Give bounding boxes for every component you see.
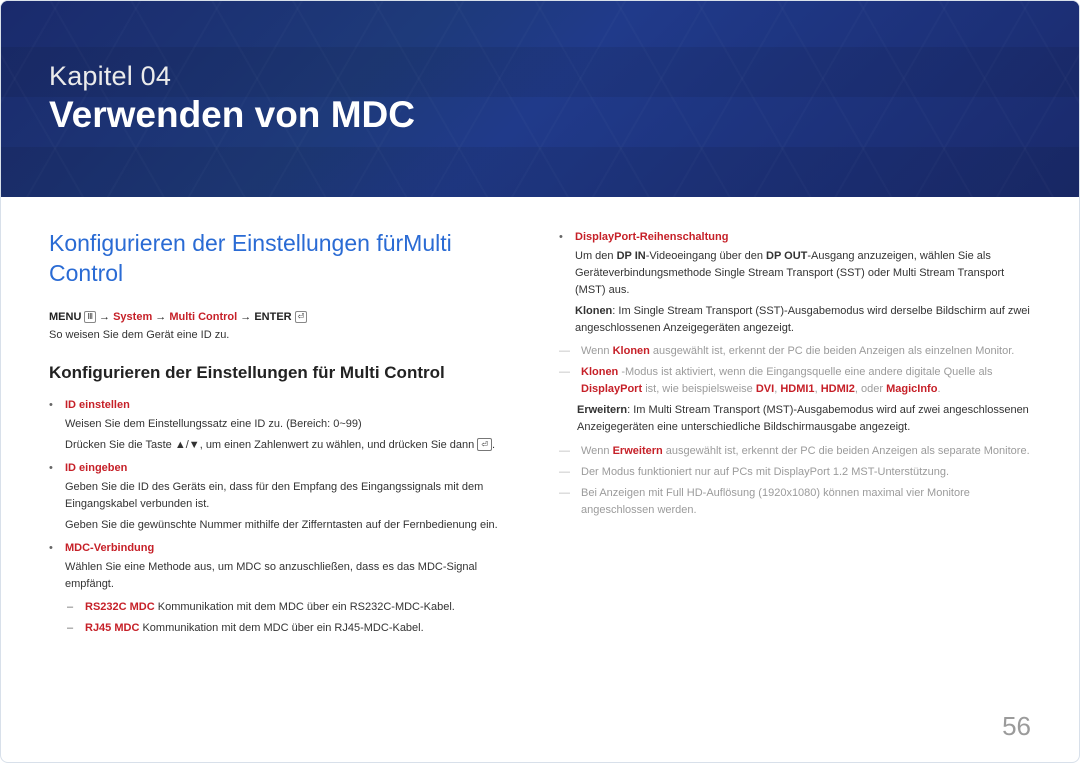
item-title: ID einstellen xyxy=(65,397,521,414)
item-desc: Weisen Sie dem Einstellungssatz eine ID … xyxy=(65,416,521,433)
note-text: Bei Anzeigen mit Full HD-Auflösung (1920… xyxy=(581,485,1031,519)
bullet-icon: • xyxy=(559,229,567,337)
bullet-icon: • xyxy=(49,460,57,534)
intro-text: So weisen Sie dem Gerät eine ID zu. xyxy=(49,329,521,341)
menu-system: System xyxy=(113,311,152,323)
section-heading: Konfigurieren der Einstellungen fürMulti… xyxy=(49,229,521,289)
sub-paragraph: Erweitern: Im Multi Stream Transport (MS… xyxy=(577,402,1031,436)
item-desc: Geben Sie die ID des Geräts ein, dass fü… xyxy=(65,479,521,513)
bullet-icon: • xyxy=(49,397,57,454)
list-item: • DisplayPort-Reihenschaltung Um den DP … xyxy=(559,229,1031,337)
menu-path: MENU Ⅲ → System → Multi Control → ENTER … xyxy=(49,311,521,323)
note-bar-icon: ― xyxy=(559,443,573,460)
note-line: ― Klonen -Modus ist aktiviert, wenn die … xyxy=(559,364,1031,398)
note-line: ― Der Modus funktioniert nur auf PCs mit… xyxy=(559,464,1031,481)
arrow-icon: → xyxy=(155,311,169,323)
enter-icon: ⏎ xyxy=(477,438,492,451)
item-desc: Geben Sie die gewünschte Nummer mithilfe… xyxy=(65,517,521,534)
menu-prefix: MENU xyxy=(49,311,81,323)
document-page: Kapitel 04 Verwenden von MDC Konfigurier… xyxy=(0,0,1080,763)
subitem-desc: Kommunikation mit dem MDC über ein RS232… xyxy=(158,601,455,613)
item-title: MDC-Verbindung xyxy=(65,540,521,557)
item-desc: Drücken Sie die Taste ▲/▼, um einen Zahl… xyxy=(65,437,521,454)
item-desc: Erweitern: Im Multi Stream Transport (MS… xyxy=(577,402,1031,436)
list-item: • ID einstellen Weisen Sie dem Einstellu… xyxy=(49,397,521,454)
sub-heading: Konfigurieren der Einstellungen für Mult… xyxy=(49,363,521,383)
dash-icon: ‒ xyxy=(67,620,77,637)
menu-multi: Multi Control xyxy=(169,311,237,323)
subitem-title: RJ45 MDC xyxy=(85,622,139,634)
menu-enter: ENTER xyxy=(254,311,291,323)
note-text: Der Modus funktioniert nur auf PCs mit D… xyxy=(581,464,949,481)
menu-grid-icon: Ⅲ xyxy=(84,311,96,323)
left-column: Konfigurieren der Einstellungen fürMulti… xyxy=(49,229,521,641)
list-item: • MDC-Verbindung Wählen Sie eine Methode… xyxy=(49,540,521,593)
arrow-icon: → xyxy=(240,311,254,323)
right-column: • DisplayPort-Reihenschaltung Um den DP … xyxy=(559,229,1031,641)
arrow-icon: → xyxy=(99,311,113,323)
note-bar-icon: ― xyxy=(559,485,573,519)
sub-list-item: ‒ RJ45 MDC Kommunikation mit dem MDC übe… xyxy=(67,620,521,637)
note-bar-icon: ― xyxy=(559,464,573,481)
chapter-title: Verwenden von MDC xyxy=(49,94,1031,136)
subitem-title: RS232C MDC xyxy=(85,601,155,613)
enter-icon: ⏎ xyxy=(295,311,308,323)
chapter-banner: Kapitel 04 Verwenden von MDC xyxy=(1,1,1079,197)
body-columns: Konfigurieren der Einstellungen fürMulti… xyxy=(1,197,1079,641)
note-line: ― Wenn Erweitern ausgewählt ist, erkennt… xyxy=(559,443,1031,460)
item-desc: Wählen Sie eine Methode aus, um MDC so a… xyxy=(65,559,521,593)
dash-icon: ‒ xyxy=(67,599,77,616)
item-title: DisplayPort-Reihenschaltung xyxy=(575,229,1031,246)
subitem-desc: Kommunikation mit dem MDC über ein RJ45-… xyxy=(142,622,423,634)
chapter-label: Kapitel 04 xyxy=(49,61,1031,92)
item-desc: Klonen: Im Single Stream Transport (SST)… xyxy=(575,303,1031,337)
bullet-icon: • xyxy=(49,540,57,593)
item-title: ID eingeben xyxy=(65,460,521,477)
note-line: ― Wenn Klonen ausgewählt ist, erkennt de… xyxy=(559,343,1031,360)
sub-list-item: ‒ RS232C MDC Kommunikation mit dem MDC ü… xyxy=(67,599,521,616)
page-number: 56 xyxy=(1002,711,1031,742)
note-line: ― Bei Anzeigen mit Full HD-Auflösung (19… xyxy=(559,485,1031,519)
note-bar-icon: ― xyxy=(559,343,573,360)
item-desc: Um den DP IN-Videoeingang über den DP OU… xyxy=(575,248,1031,299)
note-bar-icon: ― xyxy=(559,364,573,398)
list-item: • ID eingeben Geben Sie die ID des Gerät… xyxy=(49,460,521,534)
